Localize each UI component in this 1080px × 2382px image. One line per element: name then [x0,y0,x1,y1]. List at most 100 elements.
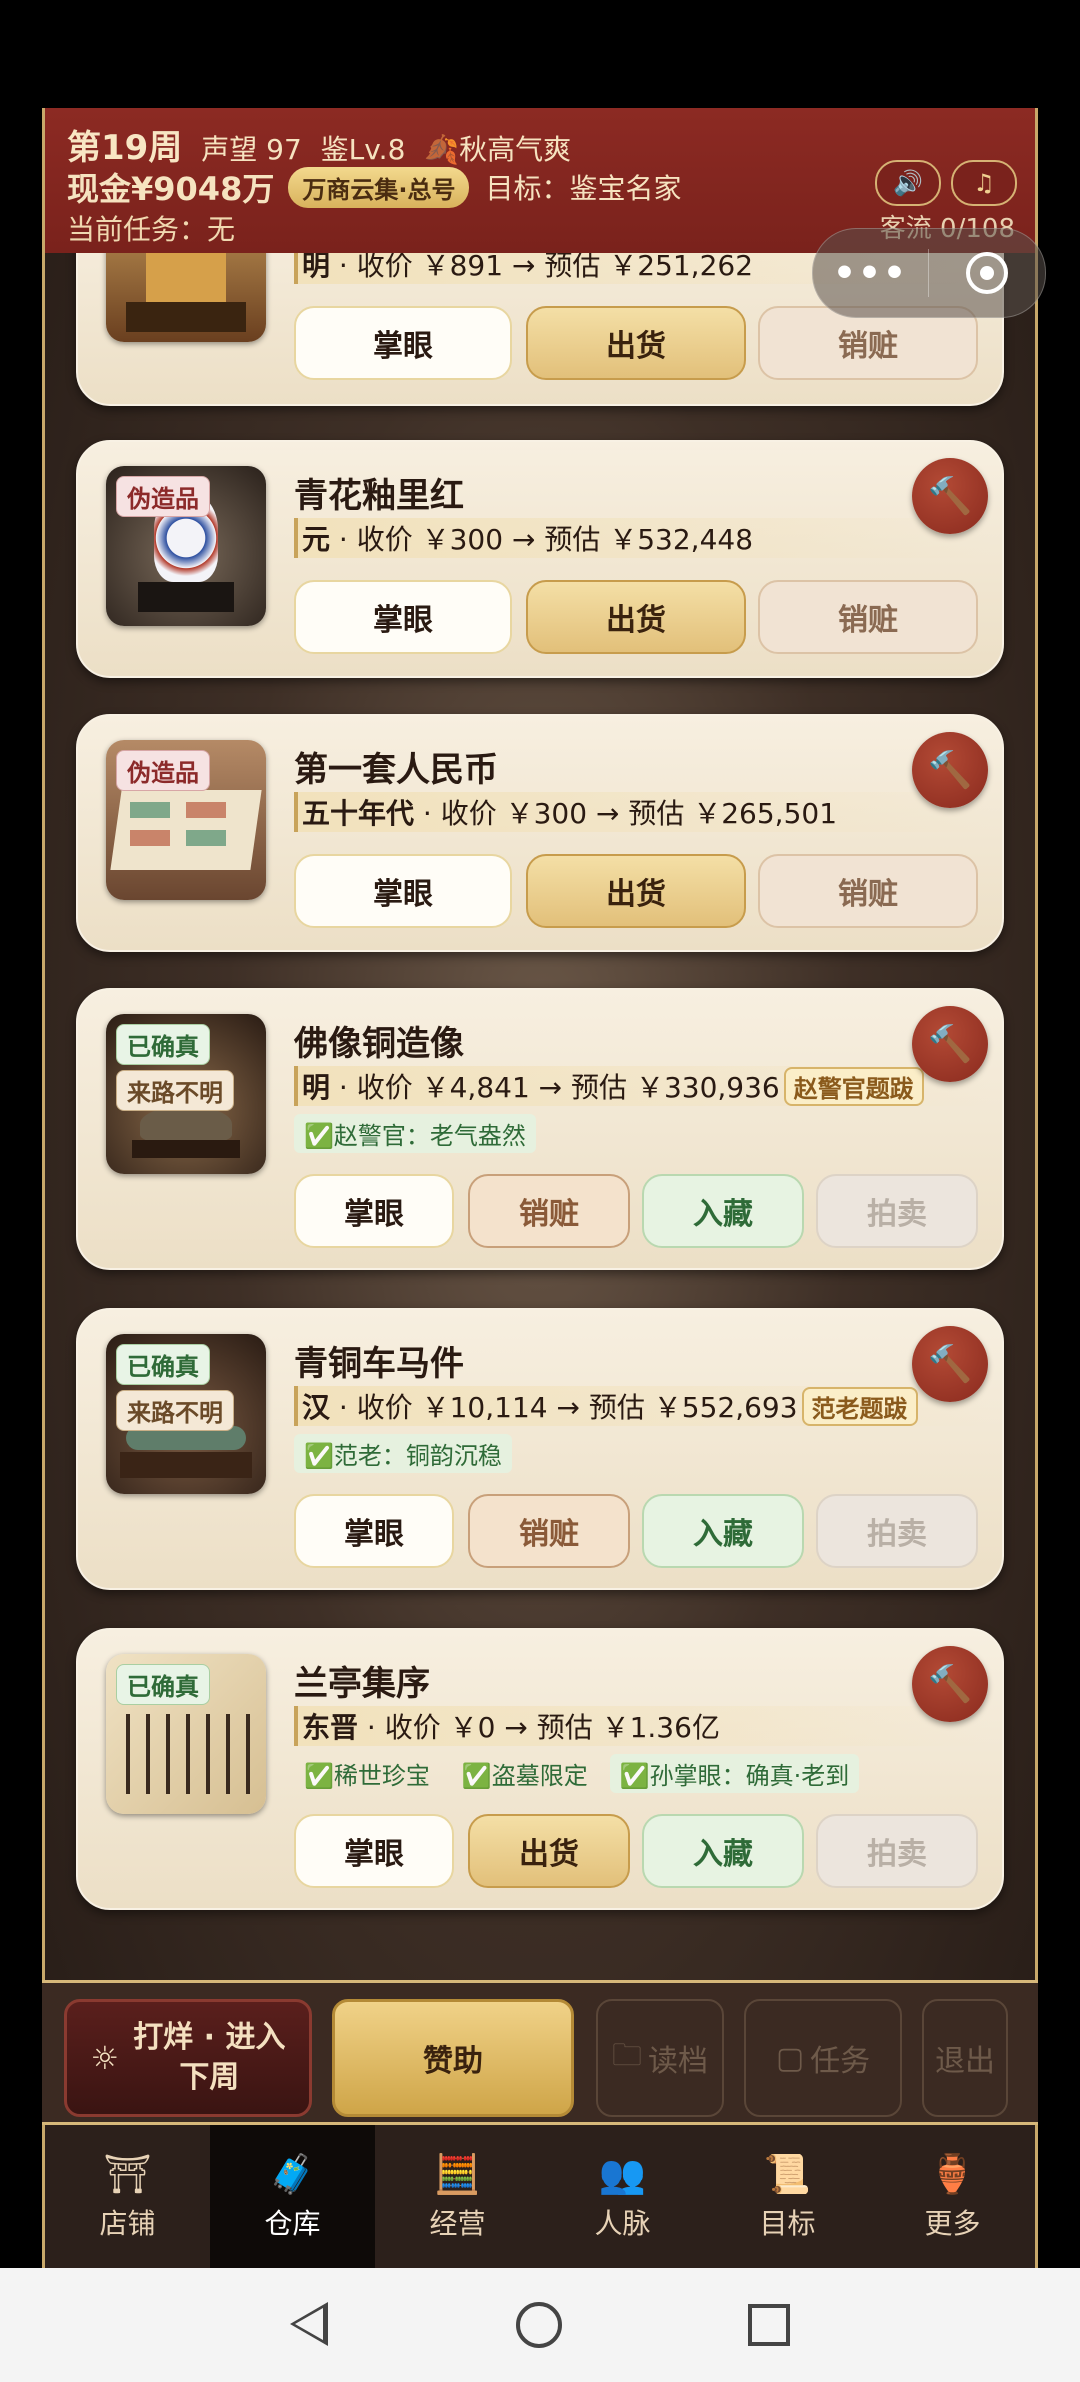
collect-button[interactable]: 入藏 [642,1174,804,1248]
item-name: 青铜车马件 [294,1344,464,1384]
recents-icon[interactable] [748,2304,790,2346]
hammer-icon[interactable]: 🔨 [912,458,988,534]
cash: 现金¥9048万 [67,170,275,208]
fence-button[interactable]: 销赃 [468,1174,630,1248]
shop-icon: ⛩ [103,2151,152,2196]
tab-label: 目标 [759,2206,816,2240]
more-dots-icon[interactable]: ••• [813,253,928,294]
tab-more[interactable]: 🏺 更多 [870,2125,1035,2268]
item-info: 汉 · 收价 ￥10,114 → 预估 ￥552,693 范老题跋 [294,1386,992,1426]
notes-row: ✅稀世珍宝 ✅盗墓限定 ✅孙掌眼：确真·老到 [294,1754,860,1793]
sun-icon: ☼ [90,2039,120,2077]
back-icon[interactable] [290,2302,328,2346]
people-icon: 👥 [598,2151,647,2196]
inscription-badge: 范老题跋 [801,1387,918,1426]
inspect-button[interactable]: 掌眼 [294,580,512,654]
item-info: 东晋 · 收价 ￥0 → 预估 ￥1.36亿 [294,1706,992,1746]
item-thumbnail[interactable]: 伪造品 [106,466,266,626]
speaker-icon[interactable]: 🔊 [875,160,941,206]
tab-bar: ⛩ 店铺 🧳 仓库 🧮 经营 👥 人脉 📜 目标 🏺 更多 [42,2125,1038,2268]
tasks-button[interactable]: ▢ 任务 [744,1999,902,2117]
inscription-badge: 赵警官题跋 [783,1067,924,1106]
sponsor-button[interactable]: 赞助 [332,1999,574,2117]
item-card: 伪造品 第一套人民币 五十年代 · 收价 ￥300 → 预估 ￥265,501 … [76,714,1004,952]
inspect-button[interactable]: 掌眼 [294,306,512,380]
hammer-icon[interactable]: 🔨 [912,1326,988,1402]
music-note-icon[interactable]: ♫ [951,160,1017,206]
item-thumbnail[interactable]: 已确真 [106,1654,266,1814]
week-label: 第19周 [67,128,183,168]
ship-button[interactable]: 出货 [526,306,746,380]
close-target-icon[interactable] [929,252,1044,294]
load-button[interactable]: 🗀 读档 [596,1999,724,2117]
fence-button[interactable]: 销赃 [758,854,978,928]
action-bar: ☼ 打烊 · 进入 下周 赞助 🗀 读档 ▢ 任务 退出 [42,1980,1038,2125]
item-name: 佛像铜造像 [294,1024,464,1064]
fence-button[interactable]: 销赃 [468,1494,630,1568]
notes-row: ✅赵警官：老气盎然 [294,1114,536,1153]
system-nav-bar [0,2268,1080,2382]
item-name: 第一套人民币 [294,750,498,790]
hammer-icon[interactable]: 🔨 [912,1006,988,1082]
inspect-button[interactable]: 掌眼 [294,1174,454,1248]
unknown-origin-tag: 来路不明 [116,1070,234,1111]
tab-goals[interactable]: 📜 目标 [705,2125,870,2268]
ship-button[interactable]: 出货 [526,580,746,654]
note-chip: ✅范老：铜韵沉稳 [294,1434,512,1473]
hammer-icon[interactable]: 🔨 [912,1646,988,1722]
hammer-icon[interactable]: 🔨 [912,732,988,808]
next-week-button[interactable]: ☼ 打烊 · 进入 下周 [64,1999,312,2117]
reputation: 声望 97 [201,133,302,166]
item-thumbnail[interactable]: 伪造品 [106,740,266,900]
auction-button: 拍卖 [816,1174,978,1248]
auction-button: 拍卖 [816,1494,978,1568]
collect-button[interactable]: 入藏 [642,1814,804,1888]
item-card: 伪造品 青花釉里红 元 · 收价 ￥300 → 预估 ￥532,448 🔨 掌眼… [76,440,1004,678]
fence-button[interactable]: 销赃 [758,580,978,654]
inspect-button[interactable]: 掌眼 [294,854,512,928]
next-week-label-2: 下周 [179,2060,240,2095]
notes-row: ✅范老：铜韵沉稳 [294,1434,512,1473]
inspect-button[interactable]: 掌眼 [294,1494,454,1568]
miniprogram-capsule: ••• [812,228,1046,318]
load-label: 读档 [648,2044,708,2079]
authentic-tag: 已确真 [116,1344,210,1385]
status-bar [0,0,1080,108]
item-card: 已确真 来路不明 佛像铜造像 明 · 收价 ￥4,841 → 预估 ￥330,9… [76,988,1004,1270]
forgery-tag: 伪造品 [116,750,210,791]
tasks-label: 任务 [810,2044,871,2079]
tab-label: 经营 [429,2206,486,2240]
tab-label: 店铺 [99,2206,156,2240]
ship-button[interactable]: 出货 [526,854,746,928]
appraiser-level: 鉴Lv.8 [320,133,406,166]
scroll-icon: 📜 [763,2151,812,2196]
item-info: 元 · 收价 ￥300 → 预估 ￥532,448 [294,518,992,558]
leaf-icon: 🍂 [424,133,460,166]
ship-button[interactable]: 出货 [468,1814,630,1888]
folder-icon: 🗀 [612,2037,642,2073]
authentic-tag: 已确真 [116,1664,210,1705]
season: 秋高气爽 [459,133,572,166]
collect-button[interactable]: 入藏 [642,1494,804,1568]
shop-tier-badge: 万商云集·总号 [288,166,470,208]
tab-warehouse[interactable]: 🧳 仓库 [210,2125,375,2268]
item-info: 五十年代 · 收价 ￥300 → 预估 ￥265,501 [294,792,992,832]
header-stats: 第19周 声望 97 鉴Lv.8 🍂秋高气爽 [67,120,571,169]
forgery-tag: 伪造品 [116,476,210,517]
tab-business[interactable]: 🧮 经营 [375,2125,540,2268]
item-thumbnail[interactable]: 已确真 来路不明 [106,1334,266,1494]
auction-button: 拍卖 [816,1814,978,1888]
note-chip: ✅稀世珍宝 [304,1762,430,1790]
more-icon: 🏺 [928,2151,977,2196]
tab-shop[interactable]: ⛩ 店铺 [45,2125,210,2268]
exit-button[interactable]: 退出 [922,1999,1008,2117]
inspect-button[interactable]: 掌眼 [294,1814,454,1888]
item-thumbnail[interactable]: 已确真 来路不明 [106,1014,266,1174]
note-chip: ✅孙掌眼：确真·老到 [609,1754,860,1793]
note-chip: ✅赵警官：老气盎然 [294,1114,536,1153]
tab-contacts[interactable]: 👥 人脉 [540,2125,705,2268]
home-icon[interactable] [516,2302,562,2348]
note-chip: ✅盗墓限定 [461,1762,588,1790]
current-task: 当前任务：无 [67,213,236,246]
item-card: 已确真 来路不明 青铜车马件 汉 · 收价 ￥10,114 → 预估 ￥552,… [76,1308,1004,1590]
